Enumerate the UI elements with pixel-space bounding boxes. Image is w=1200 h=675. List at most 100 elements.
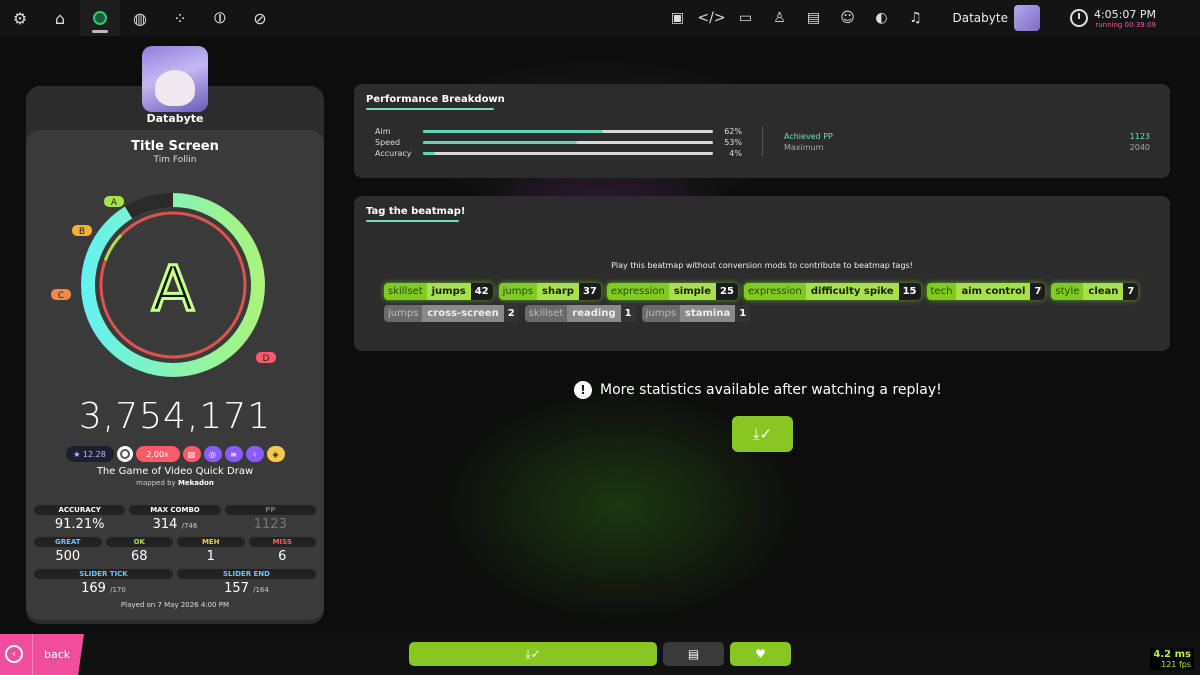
maximum-pp-label: Maximum xyxy=(784,143,824,152)
star-rating-badge[interactable]: ★ 12.28 xyxy=(65,446,114,462)
stat-accuracy-label: ACCURACY xyxy=(34,505,126,515)
perf-track-accuracy xyxy=(423,152,713,155)
back-separator xyxy=(32,634,33,675)
rankings-icon[interactable]: ♙ xyxy=(763,0,797,36)
stat-meh-label: MEH xyxy=(177,537,245,547)
tag-item[interactable]: expression simple 25 xyxy=(606,283,738,300)
tools-icon[interactable]: ⊘ xyxy=(240,0,280,36)
mod-automation-icon[interactable]: ♮ xyxy=(245,446,264,462)
replay-notice-text: More statistics available after watching… xyxy=(600,382,942,398)
stat-great-label: GREAT xyxy=(34,537,102,547)
mod-conversion-icon[interactable]: ≡ xyxy=(224,446,243,462)
heart-icon: ♥ xyxy=(755,647,766,661)
tag-item[interactable]: jumps stamina 1 xyxy=(641,305,751,322)
mapped-by-prefix: mapped by xyxy=(136,479,176,487)
stat-ok: OK 68 xyxy=(105,537,173,565)
score-statistics: ACCURACY 91.21% MAX COMBO 314 /746 PP 11… xyxy=(34,505,316,601)
tag-item[interactable]: skillset reading 1 xyxy=(524,305,636,322)
rank-label-c-text: C xyxy=(58,291,64,301)
mod-rate-badge[interactable]: 2.00x xyxy=(135,446,180,462)
home-icon[interactable]: ⌂ xyxy=(40,0,80,36)
mod-list: ★ 12.28 2.00x ▨ ◎ ≡ ♮ ◈ xyxy=(26,446,324,462)
tag-item[interactable]: skillset jumps 42 xyxy=(384,283,493,300)
download-replay-button[interactable]: ⤓✓ xyxy=(732,416,793,452)
rank-letter: A xyxy=(152,252,194,325)
code-icon[interactable]: </> xyxy=(695,0,729,36)
beatmap-listing-icon[interactable]: ▭ xyxy=(729,0,763,36)
total-score: 3,754,171 xyxy=(78,396,272,437)
music-icon[interactable]: ♫ xyxy=(899,0,933,36)
stat-slider-end: SLIDER END 157 /164 xyxy=(177,569,316,597)
difficulty-name: The Game of Video Quick Draw xyxy=(96,466,254,477)
news-icon[interactable]: ▣ xyxy=(661,0,695,36)
rank-label-c: C xyxy=(51,289,71,301)
clock-running: running 00:39:09 xyxy=(1095,20,1156,29)
catch-ruleset-icon[interactable]: ⁘ xyxy=(160,0,200,36)
toolbar-avatar[interactable] xyxy=(1013,5,1040,31)
player-name[interactable]: Databyte xyxy=(26,112,324,125)
stat-meh-value: 1 xyxy=(206,549,215,564)
perf-label-aim: Aim xyxy=(375,127,391,136)
mod-hardrock-icon[interactable]: ▨ xyxy=(182,446,201,462)
tag-item[interactable]: expression difficulty spike 15 xyxy=(743,283,921,300)
clock-time: 4:05:07 PM xyxy=(1093,7,1156,21)
clock-icon xyxy=(1069,9,1088,27)
stat-miss: MISS 6 xyxy=(248,537,316,565)
stat-accuracy-value: 91.21% xyxy=(54,517,105,532)
tag-item[interactable]: jumps cross-screen 2 xyxy=(384,305,519,322)
stat-ok-value: 68 xyxy=(130,549,148,564)
stat-slider-end-label: SLIDER END xyxy=(177,569,316,579)
stat-great: GREAT 500 xyxy=(34,537,102,565)
stat-miss-label: MISS xyxy=(248,537,316,547)
perf-fill-speed xyxy=(423,141,577,144)
tags-title: Tag the beatmap! xyxy=(366,206,466,217)
performance-title-underline xyxy=(366,108,494,110)
player-avatar[interactable] xyxy=(142,46,208,112)
stat-slider-end-value: 157 xyxy=(224,581,249,596)
maximum-pp-value: 2040 xyxy=(1129,143,1150,152)
tags-title-underline xyxy=(366,220,459,222)
osu-ruleset-icon[interactable] xyxy=(80,0,120,36)
stat-max-combo-label: MAX COMBO xyxy=(129,505,221,515)
fps-counter: 4.2 ms 121 fps xyxy=(1150,648,1194,670)
tag-item[interactable]: style clean 7 xyxy=(1051,283,1139,300)
perf-fill-aim xyxy=(423,130,603,133)
mapper-name[interactable]: Mekadon xyxy=(178,479,214,487)
perf-label-speed: Speed xyxy=(375,138,401,147)
stat-great-value: 500 xyxy=(55,549,81,564)
tags-row-1: skillset jumps 42 jumps sharp 37 expression s… xyxy=(384,283,1139,300)
footer-favourite-button[interactable]: ♥ xyxy=(730,642,791,666)
song-title: Title Screen xyxy=(131,139,219,154)
stat-accuracy: ACCURACY 91.21% xyxy=(34,505,126,533)
clock[interactable]: 4:05:07 PM running 00:39:09 xyxy=(1094,8,1156,29)
mapped-by: mapped by Mekadon xyxy=(26,479,324,487)
tag-item[interactable]: jumps sharp 37 xyxy=(498,283,601,300)
performance-title: Performance Breakdown xyxy=(366,94,505,105)
song-artist: Tim Follin xyxy=(153,155,197,165)
back-arrow-icon[interactable]: ‹ xyxy=(5,645,23,663)
stat-max-combo: MAX COMBO 314 /746 xyxy=(129,505,221,533)
perf-fill-accuracy xyxy=(423,152,435,155)
changelog-icon[interactable]: ▤ xyxy=(797,0,831,36)
mania-ruleset-icon[interactable]: ⦶ xyxy=(200,0,240,36)
footer-details-button[interactable]: ▤ xyxy=(663,642,724,666)
pp-divider xyxy=(762,126,763,156)
footer-download-button[interactable]: ⤓✓ xyxy=(409,642,657,666)
back-label[interactable]: back xyxy=(44,648,70,661)
stat-slider-tick-value: 169 xyxy=(81,581,106,596)
tag-item[interactable]: tech aim control 7 xyxy=(926,283,1046,300)
world-icon[interactable]: ◐ xyxy=(865,0,899,36)
mod-fun-icon[interactable]: ◎ xyxy=(203,446,222,462)
settings-icon[interactable]: ⚙ xyxy=(0,0,40,36)
taiko-ruleset-icon[interactable]: ◍ xyxy=(120,0,160,36)
chat-icon[interactable]: ☺ xyxy=(831,0,865,36)
rank-label-d-text: D xyxy=(263,354,270,364)
mod-system-icon[interactable]: ◈ xyxy=(266,446,285,462)
download-check-icon: ⤓✓ xyxy=(752,425,773,443)
stat-miss-value: 6 xyxy=(278,549,287,564)
tags-hint: Play this beatmap without conversion mod… xyxy=(611,261,913,270)
perf-pct-speed: 53% xyxy=(724,138,742,147)
toolbar-username[interactable]: Databyte xyxy=(953,11,1008,25)
mod-icon-circle[interactable] xyxy=(116,446,133,462)
stat-pp: PP 1123 xyxy=(224,505,316,533)
